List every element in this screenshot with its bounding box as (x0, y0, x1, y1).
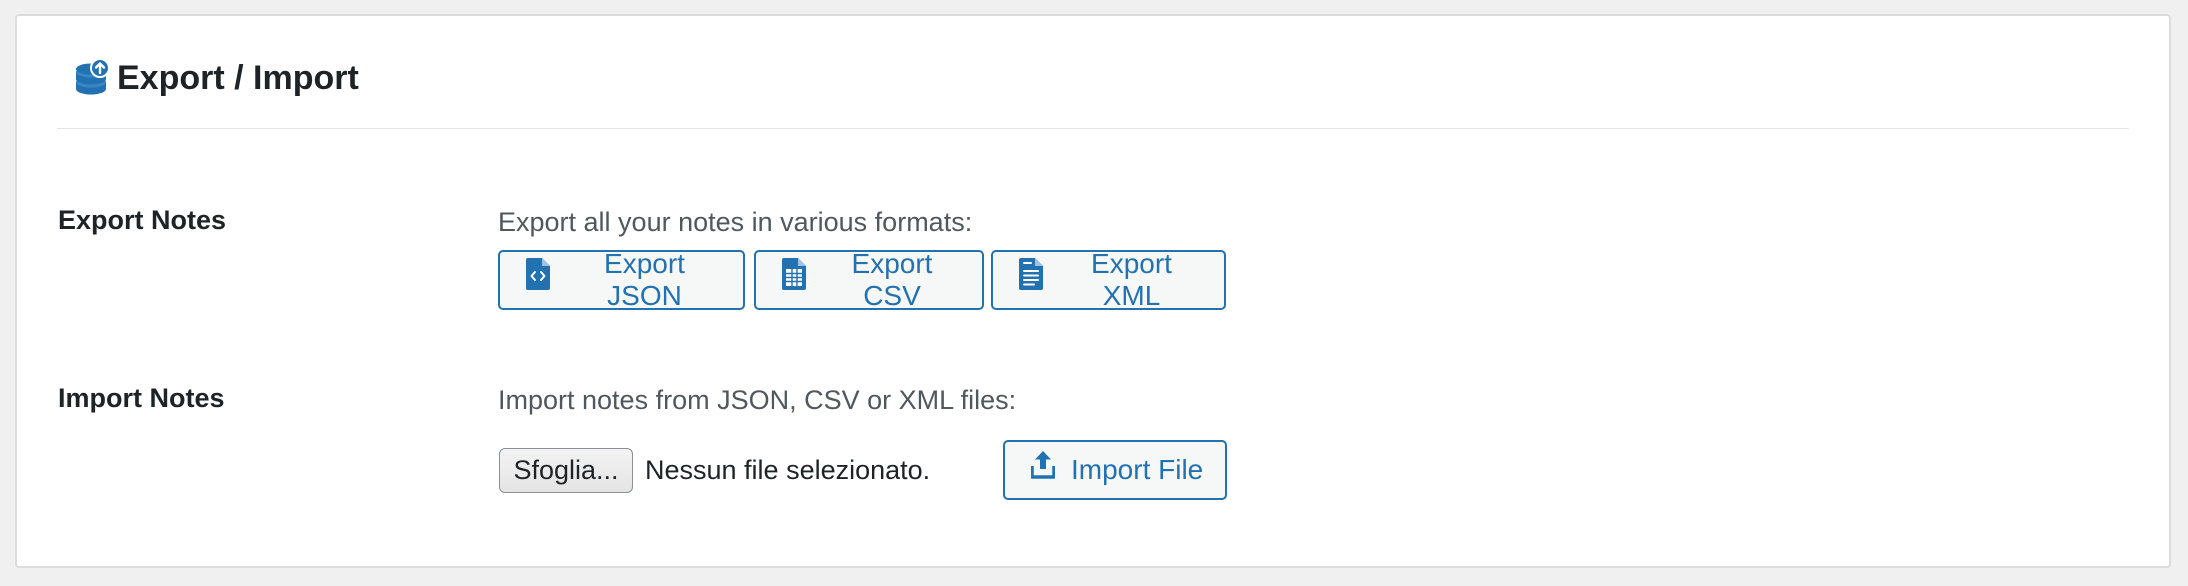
export-xml-button[interactable]: Export XML (991, 248, 1226, 311)
panel-header: Export / Import (57, 16, 2129, 129)
file-code-icon (526, 258, 550, 290)
import-file-label: Import File (1071, 454, 1204, 485)
export-xml-label: Export XML (1091, 248, 1172, 311)
import-file-button[interactable]: Import File (1003, 440, 1227, 500)
import-notes-label: Import Notes (58, 383, 225, 413)
import-description: Import notes from JSON, CSV or XML files… (498, 385, 1017, 415)
browse-file-button[interactable]: Sfoglia... (499, 448, 633, 493)
export-json-label: Export JSON (604, 248, 685, 311)
export-notes-label: Export Notes (58, 205, 227, 235)
export-csv-label: Export CSV (851, 248, 933, 311)
file-status-text: Nessun file selezionato. (645, 455, 931, 485)
document-icon (1019, 258, 1043, 290)
export-description: Export all your notes in various formats… (498, 207, 973, 237)
upload-icon (1031, 448, 1055, 480)
page-title: Export / Import (117, 59, 359, 97)
export-csv-button[interactable]: Export CSV (754, 248, 984, 311)
export-json-button[interactable]: Export JSON (498, 248, 745, 311)
spreadsheet-icon (782, 258, 806, 290)
export-import-panel: Export / Import Export Notes Export all … (15, 14, 2171, 568)
database-upload-icon (75, 58, 111, 98)
